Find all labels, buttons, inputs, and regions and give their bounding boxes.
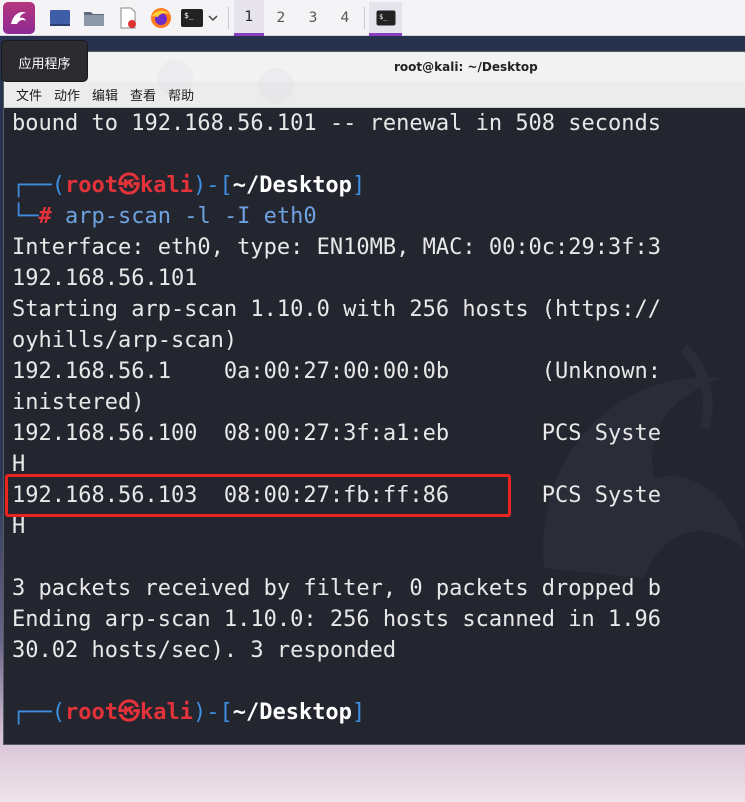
shell-prompt: ┌──(root㉿kali)-[~/Desktop]: [12, 173, 366, 198]
firefox-icon[interactable]: [147, 4, 175, 32]
window-titlebar[interactable]: root@kali: ~/Desktop: [4, 52, 745, 82]
terminal-icon: $_: [376, 10, 395, 25]
desktop-icon-ghost: [258, 68, 294, 104]
menu-edit[interactable]: 编辑: [92, 85, 118, 104]
taskbar-terminal-window[interactable]: $_: [369, 2, 402, 36]
desktop-icon-ghost: [157, 60, 193, 96]
svg-text:$_: $_: [184, 11, 194, 20]
terminal-line: 192.168.56.100 08:00:27:3f:a1:eb PCS Sys…: [12, 421, 662, 446]
window-menubar: 文件 动作 编辑 查看 帮助: [4, 82, 745, 108]
terminal-line: 30.02 hosts/sec). 3 responded: [12, 638, 397, 663]
shell-prompt: ┌──(root㉿kali)-[~/Desktop]: [12, 700, 366, 725]
show-desktop-icon[interactable]: [46, 4, 74, 32]
terminal-line: oyhills/arp-scan): [12, 328, 238, 353]
workspace-1[interactable]: 1: [234, 0, 264, 36]
kali-menu-button[interactable]: [3, 2, 35, 34]
terminal-line: Ending arp-scan 1.10.0: 256 hosts scanne…: [12, 607, 662, 632]
shell-command-line: └─# arp-scan -l -I eth0: [12, 204, 317, 229]
menu-action[interactable]: 动作: [54, 85, 80, 104]
text-editor-icon[interactable]: [114, 4, 142, 32]
panel-separator: [364, 7, 365, 29]
terminal-launcher-icon[interactable]: $_: [178, 4, 206, 32]
workspace-4[interactable]: 4: [330, 0, 360, 36]
terminal-line: 192.168.56.101: [12, 266, 198, 291]
menu-view[interactable]: 查看: [130, 85, 156, 104]
terminal-line: Interface: eth0, type: EN10MB, MAC: 00:0…: [12, 235, 662, 260]
chevron-down-icon[interactable]: [203, 4, 223, 32]
kali-dragon-icon: [11, 12, 26, 24]
highlight-box: [5, 474, 511, 517]
terminal-line: Starting arp-scan 1.10.0 with 256 hosts …: [12, 297, 662, 322]
svg-text:$_: $_: [379, 13, 388, 21]
terminal-output[interactable]: bound to 192.168.56.101 -- renewal in 50…: [4, 108, 745, 744]
top-panel: $_ 1 2 3 4 $_: [0, 0, 745, 36]
terminal-window: root@kali: ~/Desktop 文件 动作 编辑 查看 帮助 boun…: [4, 52, 745, 744]
terminal-line: bound to 192.168.56.101 -- renewal in 50…: [12, 111, 662, 136]
workspace-3[interactable]: 3: [298, 0, 328, 36]
terminal-line: 192.168.56.1 0a:00:27:00:00:0b (Unknown:: [12, 359, 662, 384]
window-title: root@kali: ~/Desktop: [394, 60, 538, 74]
menu-file[interactable]: 文件: [16, 85, 42, 104]
terminal-line: 3 packets received by filter, 0 packets …: [12, 576, 662, 601]
panel-separator: [228, 7, 229, 29]
workspace-2[interactable]: 2: [266, 0, 296, 36]
terminal-line: inistered): [12, 390, 145, 415]
file-manager-icon[interactable]: [80, 4, 108, 32]
applications-tooltip: 应用程序: [1, 40, 88, 82]
